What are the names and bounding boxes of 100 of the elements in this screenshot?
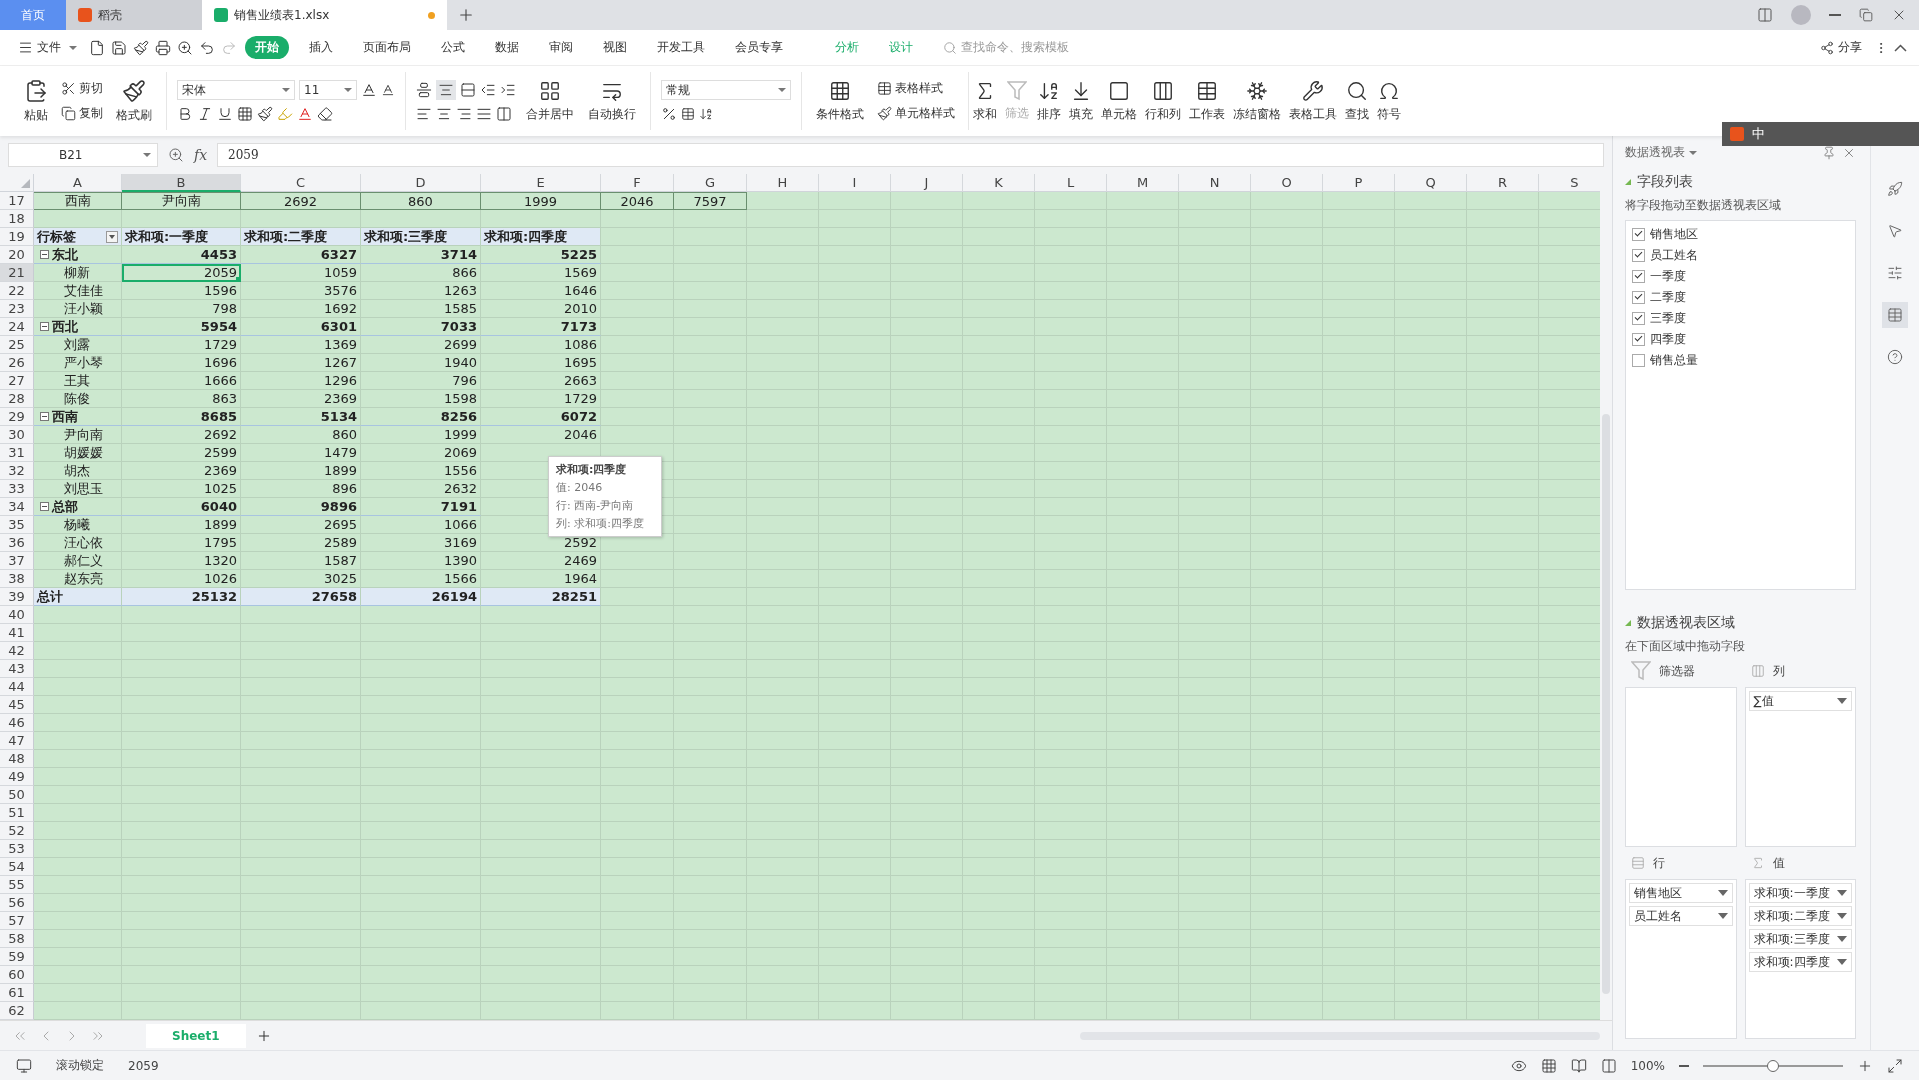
checkbox[interactable]: [1632, 353, 1645, 367]
collapse-toggle-icon[interactable]: [40, 322, 49, 331]
bold-icon[interactable]: [177, 106, 193, 122]
cell-style-button[interactable]: 单元格样式: [874, 104, 958, 123]
dropdown-icon[interactable]: [1717, 890, 1728, 896]
drop-area[interactable]: 销售地区 员工姓名: [1625, 879, 1737, 1039]
field-label[interactable]: 销售总量: [1650, 351, 1698, 369]
row-header[interactable]: 58: [0, 930, 34, 948]
copy-button[interactable]: 复制: [58, 104, 106, 123]
checkbox[interactable]: [1632, 248, 1645, 262]
ribbon-tab[interactable]: 页面布局: [353, 36, 421, 59]
row-header[interactable]: 53: [0, 840, 34, 858]
panel-title[interactable]: 数据透视表: [1625, 144, 1697, 161]
column-header[interactable]: A: [34, 174, 122, 192]
checkbox[interactable]: [1632, 227, 1645, 241]
column-header[interactable]: K: [963, 174, 1035, 192]
column-header[interactable]: E: [481, 174, 601, 192]
side-tool-button[interactable]: [1882, 302, 1908, 328]
row-header[interactable]: 41: [0, 624, 34, 642]
column-header[interactable]: H: [747, 174, 819, 192]
row-header[interactable]: 61: [0, 984, 34, 1002]
brush-icon[interactable]: [257, 106, 273, 122]
row-header[interactable]: 56: [0, 894, 34, 912]
wrap-text-button[interactable]: 自动换行: [584, 77, 640, 125]
fill-color-icon[interactable]: [277, 106, 293, 122]
row-header[interactable]: 19: [0, 228, 34, 246]
column-header[interactable]: P: [1323, 174, 1395, 192]
row-header[interactable]: 36: [0, 534, 34, 552]
row-header[interactable]: 24: [0, 318, 34, 336]
column-header[interactable]: S: [1539, 174, 1600, 192]
row-header[interactable]: 43: [0, 660, 34, 678]
normal-view-icon[interactable]: [1540, 1057, 1557, 1074]
file-menu[interactable]: 文件: [12, 38, 83, 57]
outdent-icon[interactable]: [480, 82, 496, 98]
ribbon-tab[interactable]: 审阅: [539, 36, 583, 59]
checkbox[interactable]: [1632, 311, 1645, 325]
field-label[interactable]: 四季度: [1650, 330, 1686, 348]
dropdown-icon[interactable]: [1717, 913, 1728, 919]
dropdown-icon[interactable]: [1837, 913, 1847, 919]
print-icon[interactable]: [155, 39, 171, 56]
align-right-icon[interactable]: [456, 106, 472, 122]
dropdown-icon[interactable]: [1837, 959, 1847, 965]
borders-icon[interactable]: [237, 106, 253, 122]
ribbon-button[interactable]: 符号: [1373, 77, 1405, 125]
ribbon-button[interactable]: 单元格: [1097, 77, 1141, 125]
ribbon-button[interactable]: 填充: [1065, 77, 1097, 125]
formula-field[interactable]: 2059: [217, 143, 1604, 167]
row-header[interactable]: 27: [0, 372, 34, 390]
row-header[interactable]: 52: [0, 822, 34, 840]
function-button[interactable]: fx: [194, 147, 208, 163]
pin-icon[interactable]: [1822, 145, 1836, 160]
row-header[interactable]: 20: [0, 246, 34, 264]
field-label[interactable]: 一季度: [1650, 267, 1686, 285]
paste-button[interactable]: 粘贴: [20, 76, 52, 126]
save-icon[interactable]: [111, 39, 127, 56]
area-field[interactable]: 求和项:四季度: [1748, 952, 1852, 972]
column-header[interactable]: M: [1107, 174, 1179, 192]
cut-button[interactable]: 剪切: [58, 79, 106, 98]
ribbon-tab[interactable]: 会员专享: [725, 36, 793, 59]
ribbon-tab[interactable]: 公式: [431, 36, 475, 59]
column-header[interactable]: Q: [1395, 174, 1467, 192]
merge-center-button[interactable]: 合并居中: [522, 77, 578, 125]
align-left-icon[interactable]: [416, 106, 432, 122]
collapse-toggle-icon[interactable]: [40, 502, 49, 511]
zoom-level[interactable]: 100%: [1630, 1058, 1665, 1073]
column-header[interactable]: R: [1467, 174, 1539, 192]
row-header[interactable]: 21: [0, 264, 34, 282]
row-header[interactable]: 17: [0, 192, 34, 210]
restore-icon[interactable]: [1859, 8, 1873, 22]
field-label[interactable]: 三季度: [1650, 309, 1686, 327]
name-box[interactable]: B21: [8, 143, 158, 167]
ribbon-tab[interactable]: 视图: [593, 36, 637, 59]
align-middle-button[interactable]: [436, 80, 456, 100]
row-header[interactable]: 31: [0, 444, 34, 462]
column-header[interactable]: B: [122, 174, 241, 192]
active-cell[interactable]: 2059: [122, 264, 241, 282]
row-header[interactable]: 32: [0, 462, 34, 480]
dropdown-icon[interactable]: [1837, 890, 1847, 896]
align-center-icon[interactable]: [436, 106, 452, 122]
row-header[interactable]: 45: [0, 696, 34, 714]
document-tab[interactable]: 稻壳: [66, 0, 202, 30]
checkbox[interactable]: [1632, 332, 1645, 346]
row-header[interactable]: 29: [0, 408, 34, 426]
row-header[interactable]: 50: [0, 786, 34, 804]
ribbon-button[interactable]: 排序: [1033, 77, 1065, 125]
undo-icon[interactable]: [199, 39, 215, 56]
row-header[interactable]: 48: [0, 750, 34, 768]
column-header[interactable]: I: [819, 174, 891, 192]
row-header[interactable]: 55: [0, 876, 34, 894]
justify-icon[interactable]: [476, 106, 492, 122]
workspace-icon[interactable]: [1757, 7, 1773, 23]
row-header[interactable]: 40: [0, 606, 34, 624]
area-field[interactable]: 求和项:三季度: [1748, 929, 1852, 949]
fullscreen-icon[interactable]: [1887, 1057, 1903, 1074]
ribbon-button[interactable]: 工作表: [1185, 77, 1229, 125]
column-header[interactable]: J: [891, 174, 963, 192]
conditional-format-button[interactable]: 条件格式: [812, 77, 868, 125]
area-field[interactable]: 求和项:二季度: [1748, 906, 1852, 926]
row-header[interactable]: 23: [0, 300, 34, 318]
row-header[interactable]: 54: [0, 858, 34, 876]
